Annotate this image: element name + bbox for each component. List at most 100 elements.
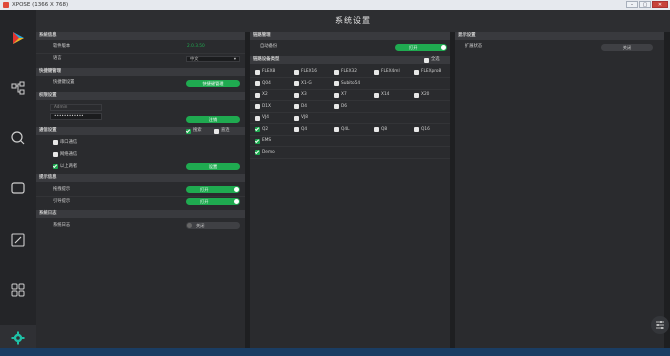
version-value: 2.0.3.50: [187, 44, 205, 49]
device-checkbox[interactable]: [294, 92, 299, 98]
device-checkbox[interactable]: [255, 115, 260, 121]
guide-prompt-value: 打开: [200, 199, 209, 204]
device-checkbox[interactable]: [294, 104, 299, 109]
language-label: 语言: [53, 56, 62, 61]
device-label: FLEX4ml: [381, 69, 400, 74]
section-title-prompt: 提示信息: [36, 174, 245, 182]
window-controls: – ▢ ✕: [626, 1, 668, 8]
sliders-icon: [656, 321, 664, 329]
divider: [250, 111, 450, 113]
adjust-settings-button[interactable]: [651, 316, 669, 334]
select-all-label: 全选: [431, 57, 440, 62]
language-value: 中文: [190, 56, 199, 61]
divider: [250, 77, 450, 78]
device-checkbox[interactable]: [255, 138, 260, 144]
password-field[interactable]: ••••••••••••: [50, 113, 102, 120]
section-title-backup: 链路管理: [250, 32, 450, 40]
device-label: X20: [421, 92, 430, 97]
maximize-icon[interactable]: ▢: [639, 1, 651, 8]
device-label: Demo: [262, 149, 275, 155]
grid-icon[interactable]: [10, 282, 26, 298]
network-label: 网络通信: [60, 151, 78, 157]
device-checkbox[interactable]: [294, 81, 299, 86]
device-checkbox[interactable]: [374, 92, 379, 98]
username-field[interactable]: Admin: [50, 104, 102, 111]
drag-prompt-label: 拖拽提示: [53, 187, 71, 192]
language-select[interactable]: 中文 ▾: [186, 56, 240, 62]
app-icon: [3, 2, 9, 8]
screen-icon[interactable]: [10, 180, 26, 196]
divider: [250, 134, 450, 136]
network-icon[interactable]: [10, 80, 26, 96]
shortcut-manage-button[interactable]: 快捷键管理: [186, 80, 240, 87]
divider: [250, 146, 450, 147]
device-checkbox[interactable]: [255, 81, 260, 86]
device-checkbox[interactable]: [334, 127, 339, 132]
device-label: Q04: [262, 80, 271, 86]
network-checkbox[interactable]: [53, 152, 58, 157]
device-checkbox[interactable]: [255, 127, 260, 132]
device-checkbox[interactable]: [334, 69, 339, 75]
window-title: XPOSE (1366 X 768): [12, 2, 69, 8]
logout-button[interactable]: 注销: [186, 116, 240, 123]
search-option-label: 搜索: [193, 128, 202, 133]
section-title-system-info: 系统信息: [36, 32, 245, 40]
auto-backup-value: 打开: [409, 44, 418, 50]
device-checkbox[interactable]: [255, 104, 260, 109]
search-icon[interactable]: [10, 130, 26, 146]
device-checkbox[interactable]: [334, 92, 339, 98]
guide-prompt-toggle[interactable]: 打开: [186, 198, 240, 205]
device-label: Q4: [301, 126, 308, 132]
edit-icon[interactable]: [10, 232, 26, 248]
device-label: VJ8: [301, 115, 308, 120]
extend-status-toggle[interactable]: 关闭: [601, 43, 653, 51]
device-checkbox[interactable]: [294, 115, 299, 121]
play-logo-icon[interactable]: [10, 30, 26, 46]
device-label: Q2: [262, 126, 269, 132]
toggle-knob: [187, 223, 192, 228]
device-label: D1X: [262, 103, 271, 109]
auto-backup-toggle[interactable]: 打开: [395, 43, 447, 51]
device-checkbox[interactable]: [334, 81, 339, 86]
close-icon[interactable]: ✕: [652, 1, 668, 8]
section-title-log: 系统日志: [36, 210, 245, 218]
settings-column-link: 链路管理 自动备份 打开 链路设备类型 全选 FLEX8 FLEX16 FLEX32…: [250, 32, 450, 348]
device-checkbox[interactable]: [294, 127, 299, 132]
divider: [250, 157, 450, 159]
select-all-checkbox[interactable]: [424, 57, 429, 63]
direct-option-label: 直连: [221, 128, 230, 133]
minimize-icon[interactable]: –: [626, 1, 638, 8]
device-label: FLEX8: [262, 69, 276, 74]
device-checkbox[interactable]: [255, 92, 260, 98]
device-checkbox[interactable]: [414, 127, 419, 132]
section-title-display: 显示设置: [455, 32, 664, 40]
settings-column-display: 显示设置 扩展状态 关闭: [455, 32, 664, 348]
section-title-auth: 权限设置: [36, 92, 245, 100]
device-checkbox[interactable]: [255, 69, 260, 75]
comm-settings-button[interactable]: 设置: [186, 163, 240, 170]
both-checkbox[interactable]: [53, 164, 58, 169]
device-label: Q4L: [341, 126, 350, 132]
divider: [250, 100, 450, 101]
log-label: 系统日志: [53, 223, 71, 228]
device-checkbox[interactable]: [374, 127, 379, 132]
device-checkbox[interactable]: [255, 150, 260, 155]
device-checkbox[interactable]: [374, 69, 379, 75]
device-label: EMS: [262, 138, 272, 143]
serial-checkbox[interactable]: [53, 140, 58, 145]
log-value: 关闭: [196, 223, 205, 228]
device-label: X2: [262, 92, 268, 97]
direct-checkbox[interactable]: [214, 128, 219, 134]
device-checkbox[interactable]: [414, 69, 419, 75]
device-label: Subito54: [341, 80, 361, 86]
device-checkbox[interactable]: [334, 104, 339, 109]
search-checkbox[interactable]: [186, 128, 191, 134]
log-toggle[interactable]: 关闭: [186, 222, 240, 229]
device-label: D4: [301, 103, 308, 109]
divider: [250, 123, 450, 124]
device-label: Q8: [381, 126, 388, 132]
device-checkbox[interactable]: [414, 92, 419, 98]
toggle-knob: [441, 44, 446, 50]
device-checkbox[interactable]: [294, 69, 299, 75]
drag-prompt-toggle[interactable]: 打开: [186, 186, 240, 193]
